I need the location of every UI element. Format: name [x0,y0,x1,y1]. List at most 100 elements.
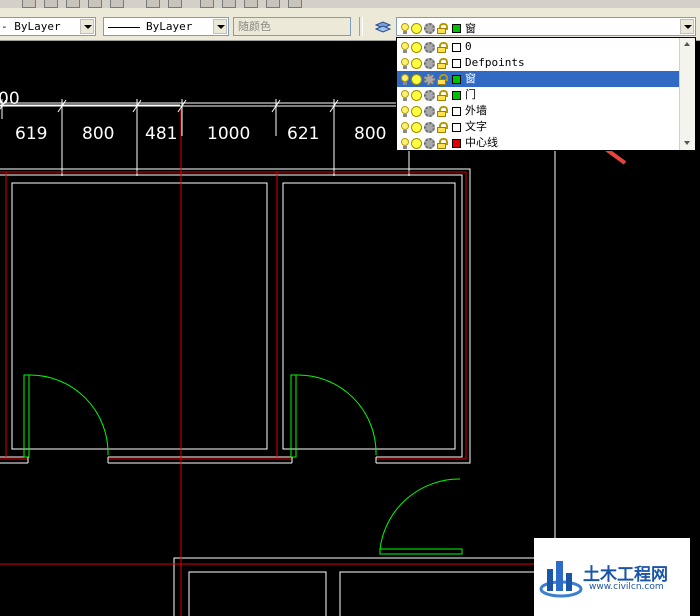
watermark-logo: 土木工程网 www.civilcn.com [534,538,690,616]
sun-icon [411,22,422,34]
sun-icon[interactable] [411,57,422,69]
lock-icon[interactable] [437,121,449,133]
line-sample-icon [108,26,140,28]
freeze-viewport-icon[interactable] [424,137,435,149]
layer-item[interactable]: 门 [397,87,680,103]
lock-icon[interactable] [437,105,449,117]
toolbar-separator [359,17,363,36]
bulb-icon[interactable] [401,89,409,101]
toolbar-icon[interactable] [222,0,236,8]
bulb-icon[interactable] [401,105,409,117]
layer-name: 窗 [465,72,476,85]
freeze-viewport-icon [424,22,435,34]
toolbar-icon[interactable] [88,0,102,8]
freeze-viewport-icon[interactable] [424,121,435,133]
bulb-icon[interactable] [401,121,409,133]
lock-icon[interactable] [437,41,449,53]
layer-item[interactable]: 文字 [397,119,680,135]
lock-icon[interactable] [437,137,449,149]
bulb-icon[interactable] [401,73,409,85]
toolbar-icon[interactable] [44,0,58,8]
bulb-icon [401,22,409,34]
color-swatch [452,122,461,132]
color-swatch [452,74,461,84]
lineweight-text: ByLayer [146,20,193,33]
layer-item[interactable]: Defpoints [397,55,680,71]
lock-icon[interactable] [437,89,449,101]
toolbar-icon[interactable] [168,0,182,8]
layer-name: 门 [465,88,476,101]
chevron-down-icon[interactable] [680,19,694,34]
color-swatch [452,58,461,68]
freeze-viewport-icon[interactable] [424,57,435,69]
layer-name: 文字 [465,120,487,133]
layer-item[interactable]: 外墙 [397,103,680,119]
layer-manager-icon[interactable] [374,20,392,34]
freeze-viewport-icon[interactable] [424,41,435,53]
toolbar-icon[interactable] [146,0,160,8]
dimension-text: 1000 [207,124,251,144]
dimension-text: 800 [354,124,387,144]
lineweight-combo[interactable]: ByLayer [103,17,229,36]
toolbar-top-strip [0,0,700,8]
toolbar-icon[interactable] [110,0,124,8]
layer-dropdown-list[interactable]: 0 Defpoints 窗 门 外墙 文字 中心线 [396,37,696,151]
chevron-down-icon[interactable] [213,19,227,34]
building-logo-icon [539,561,583,598]
linetype-combo[interactable]: - ByLayer [0,17,96,36]
layer-item[interactable]: 0 [397,39,680,55]
toolbar-icon[interactable] [288,0,302,8]
bulb-icon[interactable] [401,137,409,149]
dimension-text: 00 [0,89,20,109]
scroll-up-icon[interactable] [680,38,695,51]
layer-name: 中心线 [465,136,498,149]
toolbar-icon[interactable] [266,0,280,8]
dimension-text: 619 [15,124,48,144]
sun-icon[interactable] [411,105,422,117]
toolbar-icon[interactable] [244,0,258,8]
dimension-text: 800 [82,124,115,144]
plotstyle-combo: 随颜色 [233,17,351,36]
toolbar-icon[interactable] [200,0,214,8]
scroll-down-icon[interactable] [680,137,695,150]
dropdown-scrollbar[interactable] [679,38,695,150]
layer-item-selected[interactable]: 窗 [397,71,680,87]
bulb-icon[interactable] [401,41,409,53]
doors [23,374,463,555]
color-swatch [452,90,461,100]
linetype-value: - ByLayer [1,20,61,33]
lineweight-value: ByLayer [108,18,192,35]
dimension-text: 621 [287,124,320,144]
lock-icon[interactable] [437,57,449,69]
freeze-viewport-icon[interactable] [424,73,435,85]
plotstyle-value: 随颜色 [238,20,271,33]
lock-icon [437,22,449,34]
color-swatch [452,23,461,33]
linetype-text: ByLayer [14,20,61,33]
layer-item[interactable]: 中心线 [397,135,680,151]
dimension-text: 481 [145,124,178,144]
freeze-viewport-icon[interactable] [424,89,435,101]
sun-icon[interactable] [411,41,422,53]
toolbar-icon[interactable] [66,0,80,8]
layer-name: Defpoints [465,56,525,69]
layer-name: 外墙 [465,104,487,117]
lock-icon[interactable] [437,73,449,85]
sun-icon[interactable] [411,73,422,85]
bulb-icon[interactable] [401,57,409,69]
sun-icon[interactable] [411,137,422,149]
toolbar-icon[interactable] [22,0,36,8]
wall-openings [27,457,377,463]
color-swatch [452,106,461,116]
freeze-viewport-icon[interactable] [424,105,435,117]
watermark-url: www.civilcn.com [589,582,664,592]
layer-combo[interactable]: 窗 [396,17,696,36]
axis-lines [0,109,556,616]
current-layer-name: 窗 [465,21,476,35]
color-swatch [452,138,461,148]
sun-icon[interactable] [411,89,422,101]
current-layer: 窗 [401,19,476,37]
color-swatch [452,42,461,52]
sun-icon[interactable] [411,121,422,133]
chevron-down-icon[interactable] [80,19,94,34]
